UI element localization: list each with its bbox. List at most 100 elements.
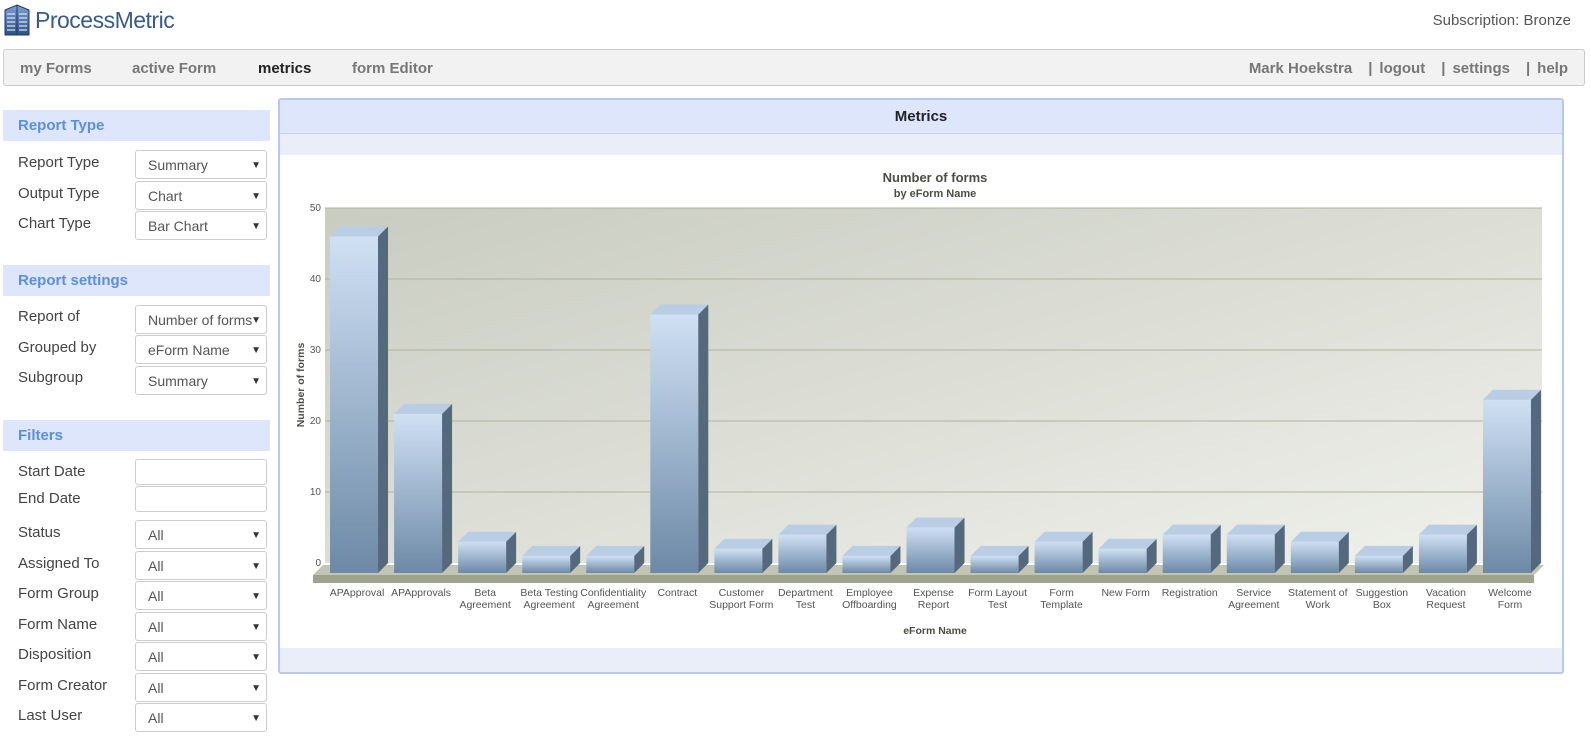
dropdown-arrow-icon: ▼ [251,561,261,572]
bar-top [522,545,581,556]
dropdown-arrow-icon: ▼ [251,191,261,202]
x-tick-label-line: Beta [474,587,496,599]
x-tick-label-line: Customer [719,587,765,599]
bar-top [778,524,837,535]
x-axis-label: eForm Name [903,625,967,637]
metrics-panel-title: Metrics [280,100,1562,134]
x-tick-label-line: Suggestion [1356,587,1409,599]
bar [650,304,709,573]
form-group-select[interactable]: All ▼ [135,581,267,610]
nav-my-forms[interactable]: my Forms [20,60,92,77]
logout-link[interactable]: logout [1379,60,1425,77]
bar [1418,524,1477,573]
nav-metrics[interactable]: metrics [258,60,311,77]
grouped-by-select[interactable]: eForm Name ▼ [135,335,267,364]
status-label: Status [18,524,61,541]
x-tick-label-line: Report [918,599,950,611]
last-user-select[interactable]: All ▼ [135,703,267,732]
bar-face [394,413,443,573]
user-menu: Mark Hoekstra | logout | settings | help [1249,60,1568,77]
x-tick-label: Welcome Form [1488,587,1532,611]
x-tick-label-line: Contract [657,587,697,599]
report-type-header: Report Type [3,110,270,141]
bar [586,545,645,573]
grouped-by-label: Grouped by [18,339,97,356]
nav-form-editor[interactable]: form Editor [352,60,433,77]
x-tick-label: Form Template [1040,587,1083,611]
y-tick-label: 50 [310,203,322,214]
form-name-select[interactable]: All ▼ [135,612,267,641]
report-type-value: Summary [148,157,208,173]
x-tick-label-line: Offboarding [842,599,897,611]
report-type-select[interactable]: Summary ▼ [135,150,267,179]
dropdown-arrow-icon: ▼ [251,376,261,387]
chart-title: Number of forms [883,170,988,185]
bar-face [906,527,955,573]
start-date-input[interactable] [135,459,267,485]
brand-logo[interactable]: ProcessMetric [3,3,175,37]
nav-active-form[interactable]: active Form [132,60,216,77]
disposition-label: Disposition [18,646,92,663]
disposition-select[interactable]: All ▼ [135,642,267,671]
bar-top [1098,538,1157,549]
output-type-value: Chart [148,188,183,204]
bar-top [330,226,389,237]
x-tick-label-line: Beta Testing [520,587,578,599]
form-creator-label: Form Creator [18,677,108,694]
bar-top [1034,531,1093,542]
dropdown-arrow-icon: ▼ [251,221,261,232]
bar-top [714,538,773,549]
x-tick-label: Beta Testing Agreement [520,587,578,611]
bar-top [1482,389,1541,400]
y-tick-label: 40 [310,274,322,285]
report-type-label: Report Type [18,154,100,171]
x-tick-label: Department Test [778,587,833,611]
x-tick-label: Suggestion Box [1356,587,1409,611]
bar-top [1418,524,1477,535]
bar-face [1034,541,1083,573]
dropdown-arrow-icon: ▼ [251,160,261,171]
status-select[interactable]: All ▼ [135,520,267,549]
y-tick-label: 20 [310,416,322,427]
bar [1354,545,1413,573]
bar-face [1482,399,1531,573]
help-link[interactable]: help [1537,60,1568,77]
bar-face [970,555,1019,573]
form-creator-value: All [148,680,164,696]
report-settings-header: Report settings [3,265,270,296]
bar-face [778,534,827,573]
dropdown-arrow-icon: ▼ [251,345,261,356]
end-date-label: End Date [18,490,81,507]
subgroup-select[interactable]: Summary ▼ [135,366,267,395]
bar [1098,538,1157,573]
x-tick-label: Expense Report [913,587,954,611]
y-tick-label: 0 [315,558,321,569]
bar-face [586,555,635,573]
start-date-label: Start Date [18,463,86,480]
chart-type-select[interactable]: Bar Chart ▼ [135,211,267,240]
status-value: All [148,527,164,543]
settings-link[interactable]: settings [1452,60,1510,77]
bar-face [1290,541,1339,573]
x-tick-label: Contract [657,587,697,599]
x-tick-label: Form Layout Test [968,587,1027,611]
user-name-link[interactable]: Mark Hoekstra [1249,60,1352,77]
chart-area: 0 10 20 30 40 50 APApproval APApprovals Beta Agre… [280,155,1562,648]
bar-face [714,548,763,573]
report-of-select[interactable]: Number of forms ▼ [135,305,267,334]
nav-separator: | [1368,60,1373,77]
x-tick-label-line: Employee [846,587,893,599]
x-tick-label-line: Confidentiality [580,587,647,599]
output-type-select[interactable]: Chart ▼ [135,181,267,210]
subgroup-value: Summary [148,373,208,389]
brand-name: ProcessMetric [35,6,175,33]
assigned-to-select[interactable]: All ▼ [135,551,267,580]
end-date-input[interactable] [135,486,267,512]
form-creator-select[interactable]: All ▼ [135,673,267,702]
metrics-panel: Metrics 0 10 20 30 40 50 APApproval APApprovals… [278,98,1564,674]
dropdown-arrow-icon: ▼ [251,315,261,326]
x-tick-label: New Form [1101,587,1150,599]
x-tick-label-line: Form [1049,587,1074,599]
output-type-label: Output Type [18,185,100,202]
bar [1482,389,1541,573]
